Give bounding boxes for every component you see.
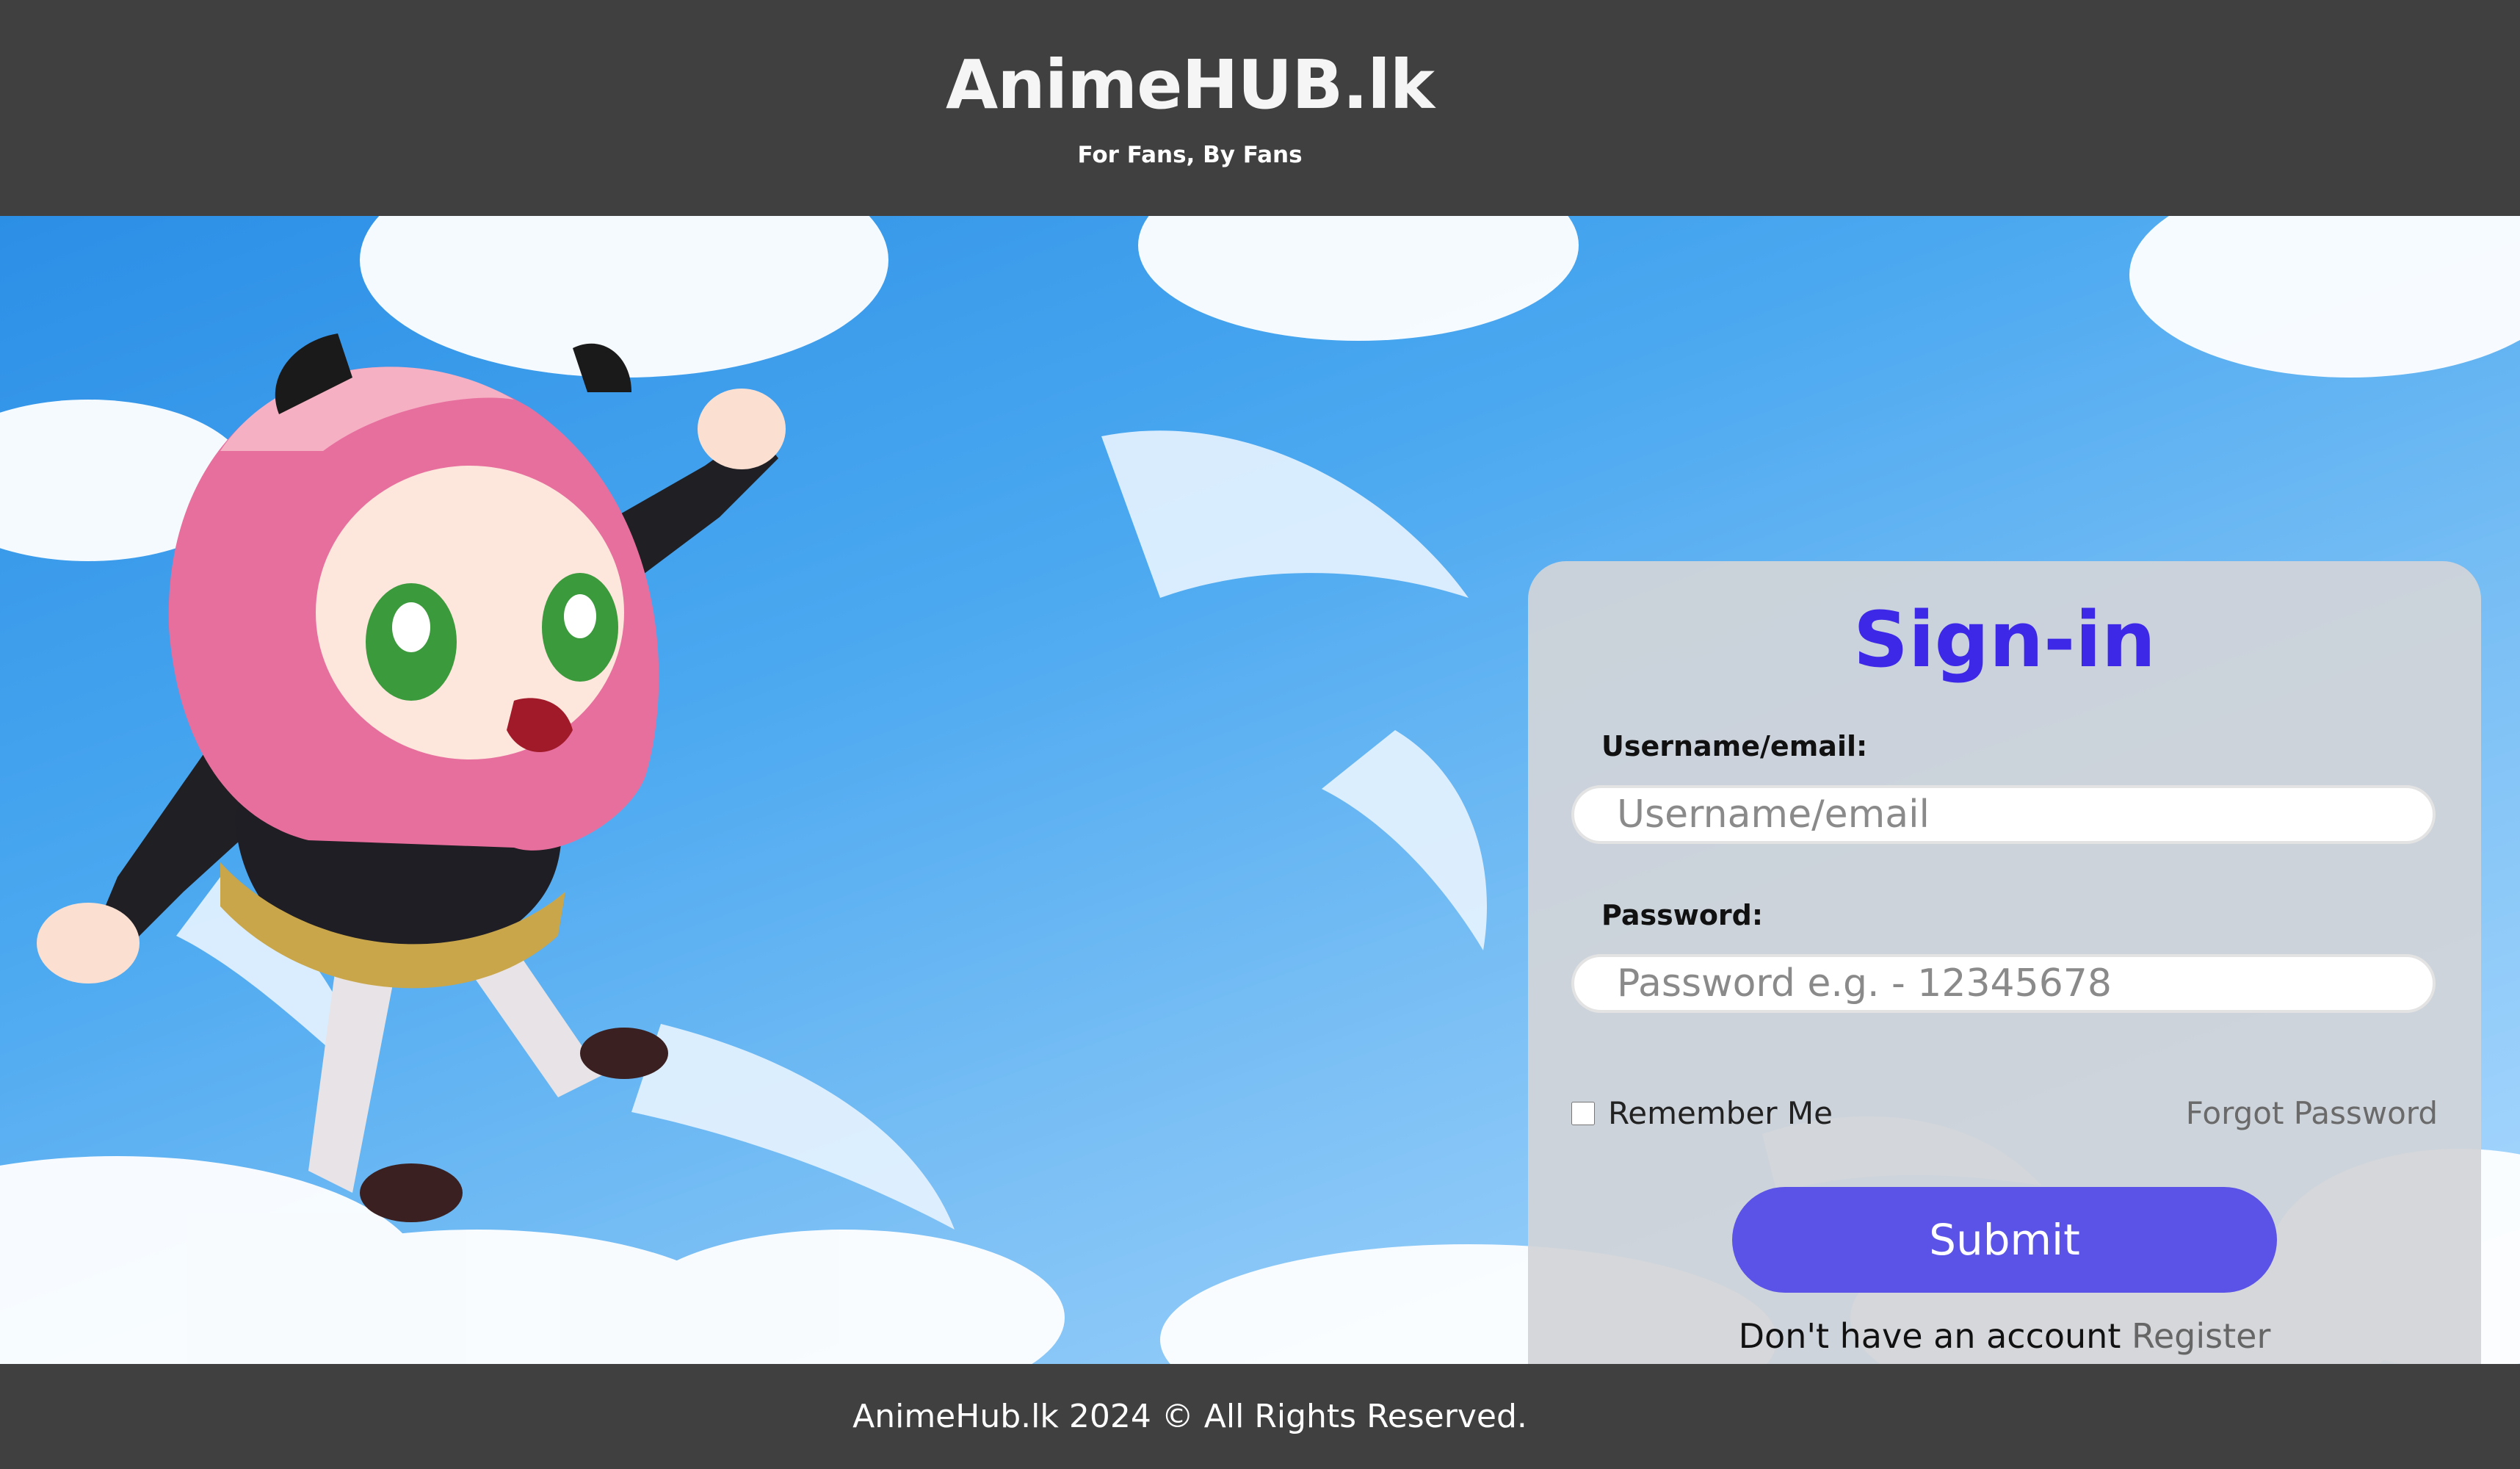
register-line: Don't have an account Register xyxy=(1528,1316,2481,1356)
remember-me-checkbox[interactable] xyxy=(1571,1101,1595,1125)
form-title: Sign-in xyxy=(1853,595,2156,685)
site-tagline: For Fans, By Fans xyxy=(1077,142,1303,168)
forgot-password-link[interactable]: Forgot Password xyxy=(2186,1095,2438,1131)
site-header: AnimeHUB.lk For Fans, By Fans xyxy=(0,0,2520,216)
sign-in-card: Sign-in Username/email: Password: Rememb… xyxy=(1528,561,2481,1364)
register-prompt: Don't have an account xyxy=(1738,1316,2132,1356)
username-label: Username/email: xyxy=(1601,730,1868,762)
hero-background: Sign-in Username/email: Password: Rememb… xyxy=(0,216,2520,1364)
password-input[interactable] xyxy=(1571,954,2436,1013)
password-label: Password: xyxy=(1601,899,1764,931)
remember-me-group: Remember Me xyxy=(1571,1095,1833,1131)
remember-me-label[interactable]: Remember Me xyxy=(1608,1095,1833,1131)
site-title: AnimeHUB.lk xyxy=(946,46,1435,124)
site-footer: AnimeHub.lk 2024 © All Rights Reserved. xyxy=(0,1364,2520,1469)
register-link[interactable]: Register xyxy=(2132,1316,2270,1356)
footer-copyright: AnimeHub.lk 2024 © All Rights Reserved. xyxy=(852,1398,1527,1435)
username-input[interactable] xyxy=(1571,785,2436,844)
submit-button[interactable]: Submit xyxy=(1732,1187,2277,1293)
